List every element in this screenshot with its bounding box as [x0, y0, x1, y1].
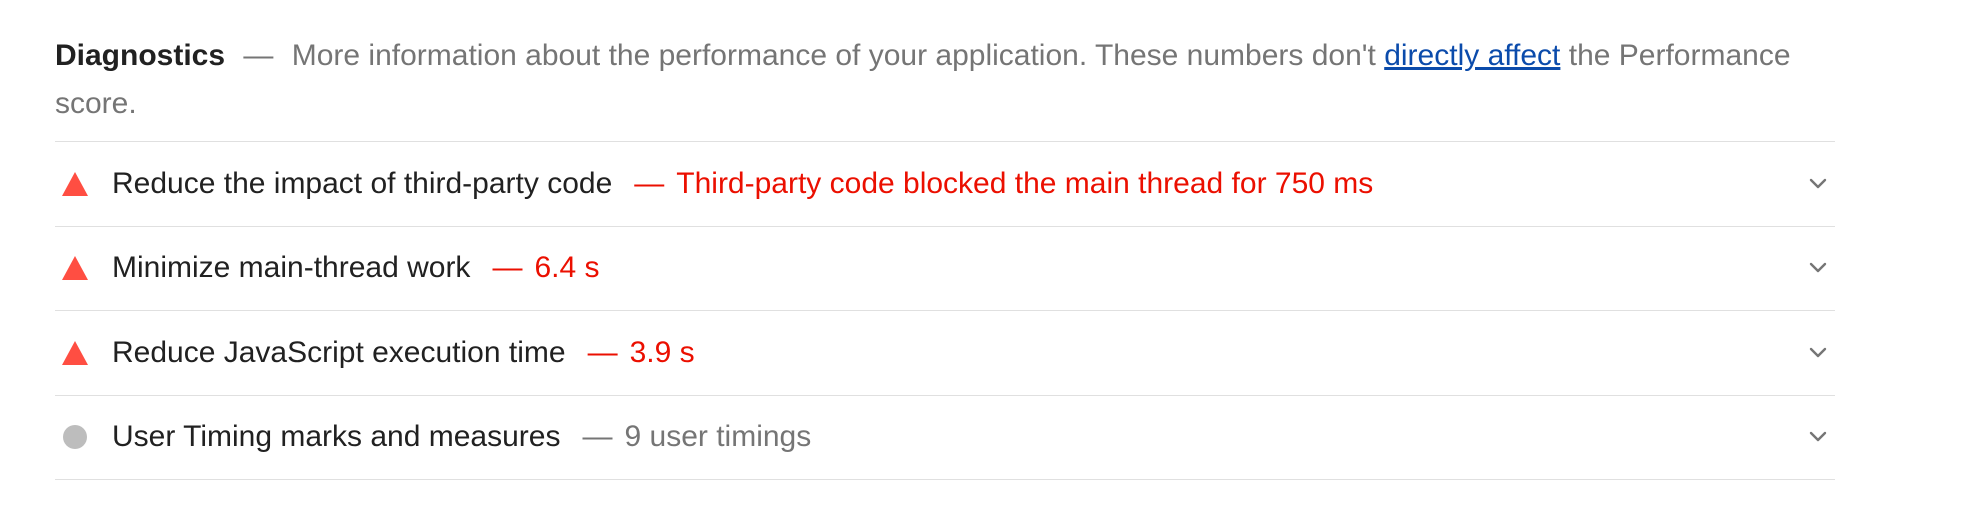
audit-display-value: Third-party code blocked the main thread… [676, 166, 1374, 200]
chevron-down-icon[interactable] [1805, 340, 1831, 366]
info-circle-icon [55, 425, 112, 450]
audit-title: User Timing marks and measures [112, 420, 561, 454]
chevron-down-icon[interactable] [1805, 424, 1831, 450]
warning-triangle-icon [55, 256, 112, 281]
audit-dash: — [587, 335, 618, 369]
audit-dash: — [582, 420, 613, 454]
audit-row-user-timings[interactable]: User Timing marks and measures — 9 user … [55, 396, 1835, 480]
diagnostics-section: Diagnostics — More information about the… [55, 32, 1835, 480]
audit-display-value: 9 user timings [624, 420, 812, 454]
audit-display-value: 6.4 s [534, 251, 600, 285]
chevron-down-icon[interactable] [1805, 255, 1831, 281]
audit-dash: — [492, 251, 523, 285]
section-title: Diagnostics [55, 39, 226, 72]
chevron-down-icon[interactable] [1805, 171, 1831, 197]
audit-list: Reduce the impact of third-party code — … [55, 141, 1835, 480]
audit-title: Minimize main-thread work [112, 251, 471, 285]
audit-row-main-thread[interactable]: Minimize main-thread work — 6.4 s [55, 227, 1835, 311]
directly-affect-link[interactable]: directly affect [1384, 39, 1560, 72]
section-header: Diagnostics — More information about the… [55, 32, 1835, 128]
audit-row-js-execution[interactable]: Reduce JavaScript execution time — 3.9 s [55, 311, 1835, 396]
header-dash: — [243, 39, 274, 72]
audit-title: Reduce JavaScript execution time [112, 335, 566, 369]
audit-row-third-party[interactable]: Reduce the impact of third-party code — … [55, 142, 1835, 227]
audit-title: Reduce the impact of third-party code [112, 166, 613, 200]
warning-triangle-icon [55, 171, 112, 196]
section-description: More information about the performance o… [291, 39, 1376, 72]
warning-triangle-icon [55, 340, 112, 365]
audit-display-value: 3.9 s [629, 335, 695, 369]
audit-dash: — [634, 166, 665, 200]
